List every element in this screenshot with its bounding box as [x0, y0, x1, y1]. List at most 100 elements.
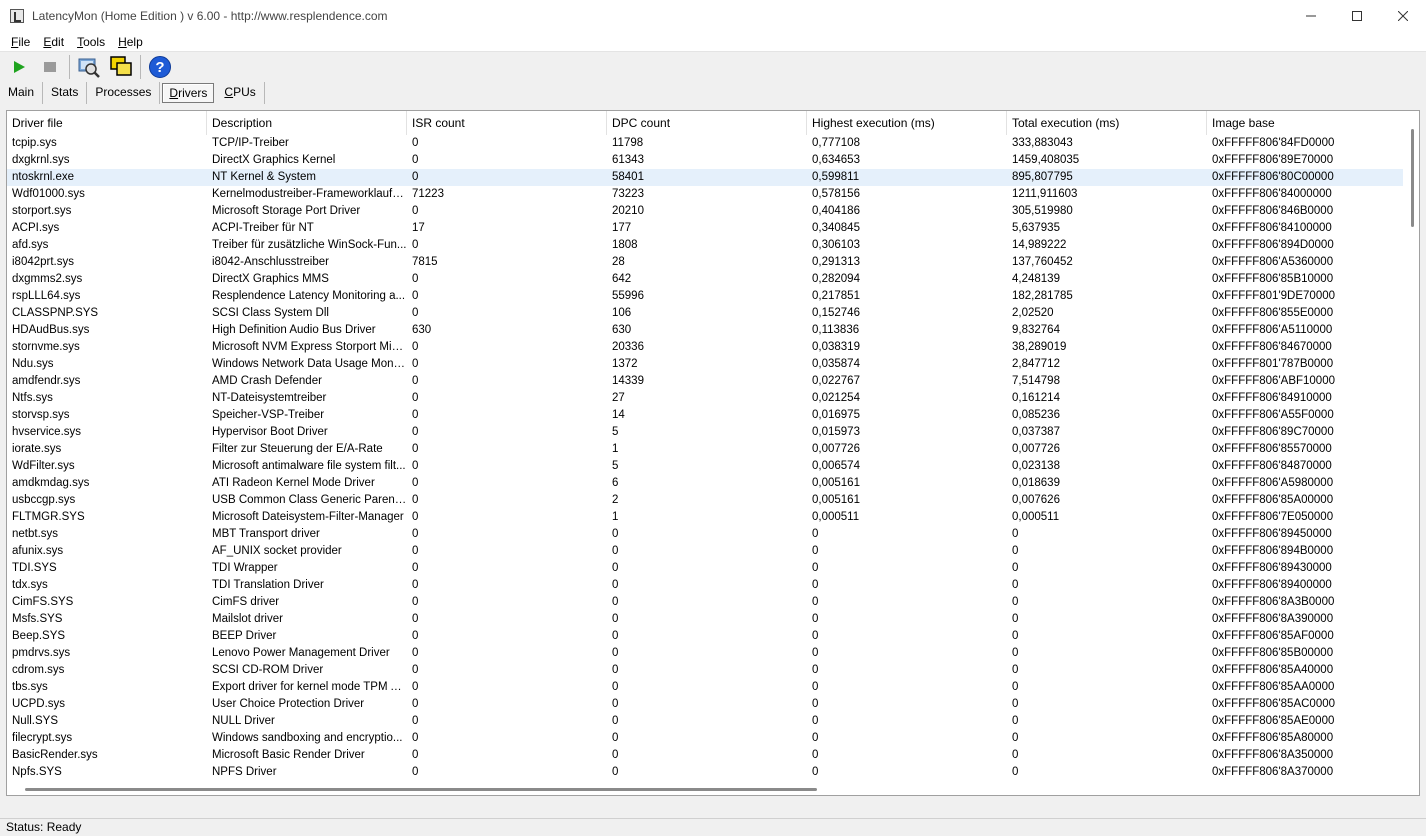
table-cell: NPFS Driver	[212, 766, 277, 778]
column-header[interactable]: Description	[207, 111, 407, 135]
stop-icon	[44, 62, 56, 72]
table-row[interactable]: stornvme.sys Microsoft NVM Express Storpo…	[7, 339, 1403, 356]
table-cell: 0	[1012, 545, 1019, 557]
vertical-scrollbar[interactable]	[1403, 111, 1419, 795]
table-cell: 0xFFFFF806'89450000	[1212, 528, 1332, 540]
table-cell: DirectX Graphics MMS	[212, 273, 329, 285]
table-row[interactable]: Null.SYS NULL Driver 0 0 0 0 0xFFFFF806'85AE00…	[7, 713, 1403, 730]
table-row[interactable]: HDAudBus.sys High Definition Audio Bus Dr…	[7, 322, 1403, 339]
horizontal-scroll-thumb[interactable]	[25, 788, 817, 791]
table-row[interactable]: Wdf01000.sys Kernelmodustreiber-Framework…	[7, 186, 1403, 203]
table-row[interactable]: dxgmms2.sys DirectX Graphics MMS 0 642 0,282…	[7, 271, 1403, 288]
column-header[interactable]: DPC count	[607, 111, 807, 135]
table-row[interactable]: Ntfs.sys NT-Dateisystemtreiber 0 27 0,021254…	[7, 390, 1403, 407]
table-cell: 0	[412, 426, 419, 438]
table-cell: 0xFFFFF801'787B0000	[1212, 358, 1334, 370]
column-header[interactable]: Total execution (ms)	[1007, 111, 1207, 135]
table-cell: 0	[412, 528, 419, 540]
driver-search-button[interactable]	[76, 54, 102, 80]
help-button[interactable]: ?	[147, 54, 173, 80]
table-cell: MBT Transport driver	[212, 528, 320, 540]
table-row[interactable]: amdfendr.sys AMD Crash Defender 0 14339 0,02…	[7, 373, 1403, 390]
table-cell: Microsoft Storage Port Driver	[212, 205, 361, 217]
table-row[interactable]: WdFilter.sys Microsoft antimalware file s…	[7, 458, 1403, 475]
tab-main[interactable]: Main	[0, 82, 44, 104]
menu-edit[interactable]: Edit	[38, 35, 69, 49]
table-row[interactable]: storvsp.sys Speicher-VSP-Treiber 0 14 0,0169…	[7, 407, 1403, 424]
table-row[interactable]: ntoskrnl.exe NT Kernel & System 0 58401 0,59…	[7, 169, 1403, 186]
menu-tools[interactable]: Tools	[72, 35, 110, 49]
table-row[interactable]: Npfs.SYS NPFS Driver 0 0 0 0 0xFFFFF806'8A3700…	[7, 764, 1403, 781]
table-row[interactable]: UCPD.sys User Choice Protection Driver 0 0 0…	[7, 696, 1403, 713]
vertical-scroll-thumb[interactable]	[1411, 129, 1414, 227]
table-cell: TDI Translation Driver	[212, 579, 324, 591]
table-row[interactable]: Beep.SYS BEEP Driver 0 0 0 0 0xFFFFF806'85AF00…	[7, 628, 1403, 645]
table-row[interactable]: BasicRender.sys Microsoft Basic Render Dr…	[7, 747, 1403, 764]
table-cell: 7,514798	[1012, 375, 1060, 387]
table-row[interactable]: amdkmdag.sys ATI Radeon Kernel Mode Drive…	[7, 475, 1403, 492]
table-row[interactable]: Msfs.SYS Mailslot driver 0 0 0 0 0xFFFFF806'8A…	[7, 611, 1403, 628]
table-cell: storport.sys	[12, 205, 72, 217]
table-row[interactable]: CLASSPNP.SYS SCSI Class System Dll 0 106 0,1…	[7, 305, 1403, 322]
table-row[interactable]: tdx.sys TDI Translation Driver 0 0 0 0 0xFFFFF…	[7, 577, 1403, 594]
table-row[interactable]: rspLLL64.sys Resplendence Latency Monitor…	[7, 288, 1403, 305]
table-cell: 0	[412, 715, 419, 727]
table-cell: 0	[812, 613, 819, 625]
table-cell: 20336	[612, 341, 644, 353]
table-cell: 17	[412, 222, 425, 234]
table-row[interactable]: cdrom.sys SCSI CD-ROM Driver 0 0 0 0 0xFFFFF80…	[7, 662, 1403, 679]
stop-button[interactable]	[37, 54, 63, 80]
table-row[interactable]: netbt.sys MBT Transport driver 0 0 0 0 0xFFFFF…	[7, 526, 1403, 543]
table-cell: 106	[612, 307, 632, 319]
table-row[interactable]: hvservice.sys Hypervisor Boot Driver 0 5 0,0…	[7, 424, 1403, 441]
table-row[interactable]: tbs.sys Export driver for kernel mode TPM…	[7, 679, 1403, 696]
table-cell: 0,217851	[812, 290, 860, 302]
table-row[interactable]: afunix.sys AF_UNIX socket provider 0 0 0 0 0xF…	[7, 543, 1403, 560]
table-row[interactable]: ACPI.sys ACPI-Treiber für NT 17 177 0,340845…	[7, 220, 1403, 237]
table-header: Driver file Description ISR count DPC count…	[7, 111, 1407, 135]
table-row[interactable]: dxgkrnl.sys DirectX Graphics Kernel 0 61343…	[7, 152, 1403, 169]
windows-button[interactable]	[108, 54, 134, 80]
column-header[interactable]: ISR count	[407, 111, 607, 135]
minimize-button[interactable]	[1288, 0, 1334, 32]
table-row[interactable]: CimFS.SYS CimFS driver 0 0 0 0 0xFFFFF806'8A3B…	[7, 594, 1403, 611]
tab-drivers[interactable]: Drivers	[162, 83, 215, 103]
table-cell: 0xFFFFF806'85AF0000	[1212, 630, 1334, 642]
tab-processes[interactable]: Processes	[87, 82, 161, 104]
table-row[interactable]: i8042prt.sys i8042-Anschlusstreiber 7815 28…	[7, 254, 1403, 271]
table-row[interactable]: TDI.SYS TDI Wrapper 0 0 0 0 0xFFFFF806'8943000…	[7, 560, 1403, 577]
table-cell: 0,038319	[812, 341, 860, 353]
table-row[interactable]: storport.sys Microsoft Storage Port Drive…	[7, 203, 1403, 220]
table-cell: 0,006574	[812, 460, 860, 472]
table-cell: Export driver for kernel mode TPM API	[212, 681, 407, 693]
table-cell: 0xFFFFF806'89C70000	[1212, 426, 1334, 438]
table-cell: Wdf01000.sys	[12, 188, 85, 200]
menu-help[interactable]: Help	[113, 35, 148, 49]
maximize-button[interactable]	[1334, 0, 1380, 32]
status-text: Status: Ready	[6, 820, 82, 834]
table-cell: 2,847712	[1012, 358, 1060, 370]
table-cell: High Definition Audio Bus Driver	[212, 324, 376, 336]
table-cell: 0	[612, 698, 619, 710]
table-row[interactable]: pmdrvs.sys Lenovo Power Management Driver…	[7, 645, 1403, 662]
table-cell: tbs.sys	[12, 681, 48, 693]
table-row[interactable]: Ndu.sys Windows Network Data Usage Monit.…	[7, 356, 1403, 373]
table-cell: TDI.SYS	[12, 562, 57, 574]
horizontal-scrollbar[interactable]	[7, 783, 1403, 795]
column-header[interactable]: Highest execution (ms)	[807, 111, 1007, 135]
drivers-list: Driver file Description ISR count DPC count…	[6, 110, 1420, 796]
close-button[interactable]	[1380, 0, 1426, 32]
tab-cpus[interactable]: CPUs	[216, 82, 265, 104]
start-button[interactable]	[6, 54, 32, 80]
column-header[interactable]: Driver file	[7, 111, 207, 135]
table-row[interactable]: tcpip.sys TCP/IP-Treiber 0 11798 0,777108 333…	[7, 135, 1403, 152]
table-row[interactable]: FLTMGR.SYS Microsoft Dateisystem-Filter-M…	[7, 509, 1403, 526]
column-header[interactable]: Image base	[1207, 111, 1407, 135]
table-row[interactable]: filecrypt.sys Windows sandboxing and encr…	[7, 730, 1403, 747]
table-row[interactable]: afd.sys Treiber für zusätzliche WinSock-F…	[7, 237, 1403, 254]
table-cell: 0	[412, 239, 419, 251]
tab-stats[interactable]: Stats	[43, 82, 88, 104]
table-row[interactable]: iorate.sys Filter zur Steuerung der E/A-R…	[7, 441, 1403, 458]
menu-file[interactable]: File	[6, 35, 35, 49]
table-row[interactable]: usbccgp.sys USB Common Class Generic Pare…	[7, 492, 1403, 509]
